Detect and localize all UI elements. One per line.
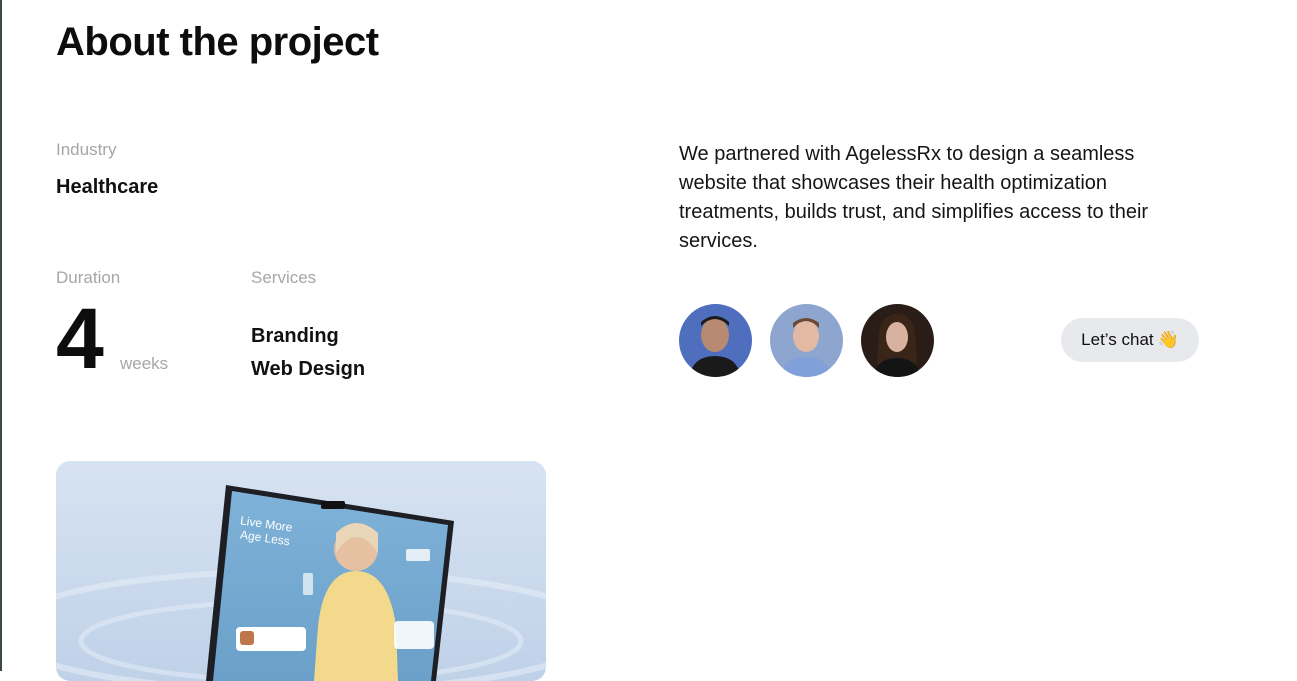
duration-value: 4 [56, 291, 104, 387]
service-item-branding: Branding [251, 325, 339, 347]
project-hero-image: Live More Age Less [56, 461, 546, 681]
industry-value: Healthcare [56, 176, 159, 198]
services-label: Services [251, 268, 317, 287]
lets-chat-button[interactable]: Let’s chat 👋 [1061, 318, 1199, 362]
page-title: About the project [56, 20, 379, 64]
waving-hand-icon: 👋 [1157, 330, 1179, 349]
team-avatar-1 [679, 304, 752, 377]
duration-label: Duration [56, 268, 121, 287]
team-avatar-2 [770, 304, 843, 377]
team-avatar-3 [861, 304, 934, 377]
project-description: We partnered with AgelessRx to design a … [679, 143, 1149, 252]
services-list: Branding Web Design [251, 320, 365, 386]
duration-unit: weeks [120, 354, 169, 373]
industry-label: Industry [56, 140, 117, 159]
lets-chat-label: Let’s chat [1081, 330, 1154, 349]
service-item-web-design: Web Design [251, 358, 366, 380]
window-edge [0, 0, 2, 671]
